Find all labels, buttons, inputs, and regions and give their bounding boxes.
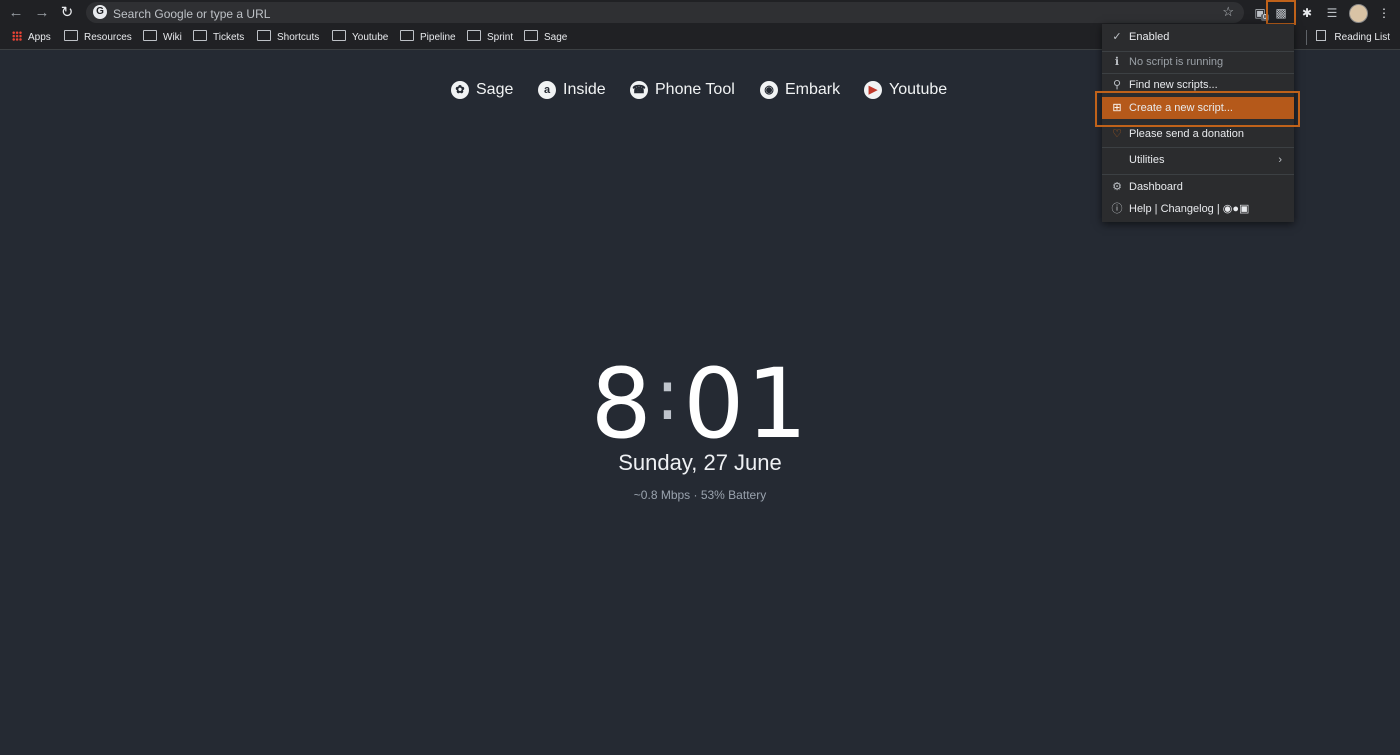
arrow-left-icon: ← xyxy=(8,4,24,21)
shortcut-youtube[interactable]: ▶ Youtube xyxy=(864,79,947,101)
bookmark-resources[interactable]: Resources xyxy=(64,30,132,46)
folder-icon xyxy=(143,30,157,41)
profile-avatar[interactable] xyxy=(1349,4,1368,23)
youtube-icon: ▶ xyxy=(864,81,882,99)
folder-icon xyxy=(524,30,538,41)
embark-icon: ◉ xyxy=(760,81,778,99)
folder-icon xyxy=(332,30,346,41)
info-icon: ℹ xyxy=(1114,56,1120,68)
google-icon: G xyxy=(93,5,107,19)
clock-hours: 8 xyxy=(590,348,654,460)
folder-icon xyxy=(400,30,414,41)
bookmark-apps[interactable]: Apps xyxy=(12,30,51,46)
phone-icon: ☎ xyxy=(630,81,648,99)
folder-icon xyxy=(257,30,271,41)
folder-icon xyxy=(467,30,481,41)
browser-toolbar: ← → ↻ G ☆ ▣ 0 ▩ ✱ ☰ ⋮ xyxy=(0,0,1400,26)
network-battery-status: ~0.8 Mbps · 53% Battery xyxy=(633,488,767,502)
menu-item-no-script: ℹ No script is running xyxy=(1102,51,1294,73)
menu-item-utilities[interactable]: Utilities › xyxy=(1102,149,1294,171)
shortcut-embark[interactable]: ◉ Embark xyxy=(760,79,840,101)
clock-minutes: 01 xyxy=(683,348,810,460)
bookmark-shortcuts[interactable]: Shortcuts xyxy=(257,30,319,46)
shortcut-inside[interactable]: a Inside xyxy=(538,79,606,101)
menu-divider xyxy=(1102,147,1294,148)
amazon-icon: a xyxy=(538,81,556,99)
more-menu-icon[interactable]: ⋮ xyxy=(1374,3,1394,23)
puzzle-extensions-icon[interactable]: ✱ xyxy=(1297,3,1317,23)
shortcut-phone-tool[interactable]: ☎ Phone Tool xyxy=(630,79,735,101)
omnibox-input[interactable] xyxy=(111,2,1195,25)
bookmark-youtube[interactable]: Youtube xyxy=(332,30,388,46)
bookmark-tickets[interactable]: Tickets xyxy=(193,30,244,46)
bookmark-sage[interactable]: Sage xyxy=(524,30,567,46)
folder-icon xyxy=(193,30,207,41)
info-circle-icon: ⓘ xyxy=(1111,203,1123,215)
create-script-highlight-outline xyxy=(1095,91,1300,127)
media-queue-icon[interactable]: ☰ xyxy=(1322,3,1342,23)
folder-icon xyxy=(64,30,78,41)
leaf-icon: ✿ xyxy=(451,81,469,99)
menu-divider xyxy=(1102,174,1294,175)
checkmark-icon: ✓ xyxy=(1112,31,1122,43)
instagram-icon[interactable]: ▣ xyxy=(1239,203,1249,215)
reading-list-button[interactable]: Reading List xyxy=(1316,30,1390,46)
reload-icon: ↻ xyxy=(60,4,74,21)
shortcut-sage[interactable]: ✿ Sage xyxy=(451,79,513,101)
github-icon[interactable]: ◉ xyxy=(1223,203,1233,215)
extension-highlight-outline xyxy=(1266,0,1296,25)
reload-button[interactable]: ↻ xyxy=(57,3,77,23)
clock-colon: : xyxy=(655,354,682,436)
arrow-right-icon: → xyxy=(34,4,50,21)
bookmarks-divider xyxy=(1306,30,1307,45)
bookmark-sprint[interactable]: Sprint xyxy=(467,30,513,46)
bookmark-pipeline[interactable]: Pipeline xyxy=(400,30,456,46)
bookmark-wiki[interactable]: Wiki xyxy=(143,30,182,46)
menu-item-help[interactable]: ⓘ Help | Changelog | ◉●▣ xyxy=(1102,198,1294,220)
bookmark-star-icon[interactable]: ☆ xyxy=(1222,4,1234,20)
menu-item-enabled[interactable]: ✓ Enabled xyxy=(1102,26,1294,48)
menu-item-dashboard[interactable]: ⚙ Dashboard xyxy=(1102,176,1294,198)
back-button[interactable]: ← xyxy=(6,3,26,23)
forward-button[interactable]: → xyxy=(32,3,52,23)
omnibox[interactable]: G ☆ xyxy=(86,2,1244,25)
clock: 8:01 xyxy=(0,345,1400,454)
reading-list-icon xyxy=(1316,30,1327,41)
apps-grid-icon xyxy=(12,31,22,41)
chevron-right-icon: › xyxy=(1278,154,1282,166)
date-label: Sunday, 27 June xyxy=(618,450,782,475)
gear-icon: ⚙ xyxy=(1112,181,1122,193)
